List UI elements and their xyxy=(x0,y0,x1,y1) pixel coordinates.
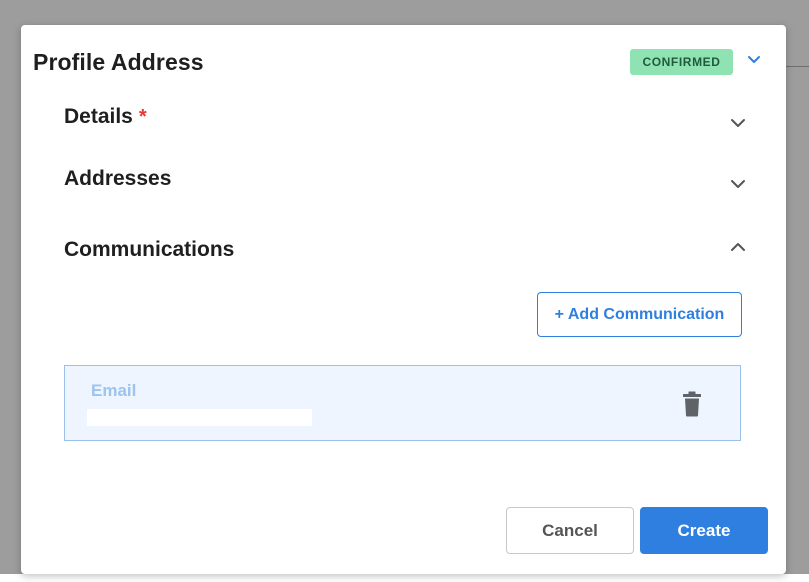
create-button[interactable]: Create xyxy=(640,507,768,554)
profile-address-modal: Profile Address CONFIRMED Details * Addre… xyxy=(21,25,786,574)
modal-title: Profile Address xyxy=(33,49,204,75)
communication-item: Email xyxy=(64,365,741,441)
status-badge: CONFIRMED xyxy=(630,49,733,75)
chevron-down-icon[interactable] xyxy=(729,178,747,190)
communication-type-label: Email xyxy=(91,381,137,400)
section-title-communications: Communications xyxy=(64,238,235,261)
chevron-down-icon[interactable] xyxy=(729,117,747,129)
cancel-button[interactable]: Cancel xyxy=(506,507,634,554)
required-marker: * xyxy=(138,106,147,128)
section-title-details: Details xyxy=(64,105,133,128)
section-header-communications[interactable]: Communications xyxy=(64,238,234,262)
backdrop-divider xyxy=(785,66,809,67)
chevron-down-icon[interactable] xyxy=(745,53,763,67)
section-title-addresses: Addresses xyxy=(64,167,172,190)
section-header-addresses[interactable]: Addresses xyxy=(64,167,171,191)
backdrop-footer-strip xyxy=(0,574,809,582)
email-field[interactable] xyxy=(87,409,312,426)
chevron-up-icon[interactable] xyxy=(729,241,747,253)
trash-icon[interactable] xyxy=(682,391,702,417)
section-header-details[interactable]: Details * xyxy=(64,105,147,129)
add-communication-button[interactable]: + Add Communication xyxy=(537,292,742,337)
